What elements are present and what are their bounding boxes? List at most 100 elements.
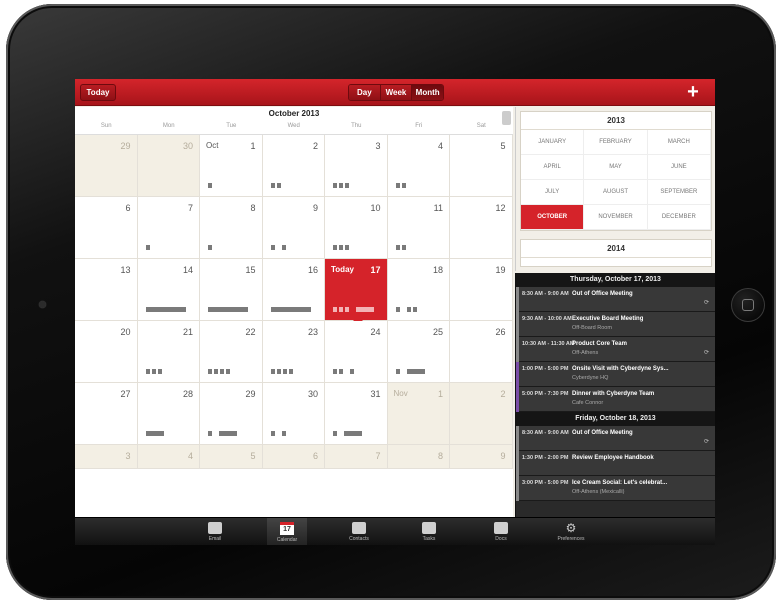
tab-docs[interactable]: Docs	[481, 518, 521, 545]
day-cell[interactable]: 29	[200, 383, 263, 445]
event-indicator	[208, 431, 212, 436]
month-view-button[interactable]: Month	[412, 85, 443, 100]
month-cell[interactable]: DECEMBER	[647, 205, 711, 230]
month-cell[interactable]: OCTOBER	[521, 205, 585, 230]
week-view-button[interactable]: Week	[380, 85, 413, 100]
day-number: 7	[187, 203, 193, 213]
agenda-day-header: Friday, October 18, 2013	[516, 412, 715, 426]
day-cell[interactable]: 23	[262, 321, 325, 383]
day-cell[interactable]: 6	[75, 197, 138, 259]
gap	[277, 245, 280, 250]
day-cell[interactable]: Nov 1	[387, 383, 450, 445]
day-cell[interactable]: 9	[262, 197, 325, 259]
agenda-event[interactable]: 1:30 PM - 2:00 PM Review Employee Handboo…	[516, 451, 715, 476]
day-cell[interactable]: 2	[450, 383, 513, 445]
month-cell[interactable]: JUNE	[647, 155, 711, 180]
day-cell[interactable]: 5	[450, 135, 513, 197]
day-cell[interactable]: 4	[137, 445, 200, 469]
day-cell[interactable]: 18	[387, 259, 450, 321]
month-cell[interactable]: JANUARY	[521, 130, 585, 155]
day-cell[interactable]: 12	[450, 197, 513, 259]
day-cell[interactable]: 5	[200, 445, 263, 469]
day-cell[interactable]: 13	[75, 259, 138, 321]
day-cell[interactable]: Today 17	[325, 259, 388, 325]
day-cell[interactable]: 31	[325, 383, 388, 445]
day-cell[interactable]: 30	[262, 383, 325, 445]
day-cell[interactable]: 28	[137, 383, 200, 445]
recurring-icon: ⟳	[703, 439, 709, 445]
agenda-event[interactable]: 3:00 PM - 5:00 PM Ice Cream Social: Let's…	[516, 476, 715, 501]
event-indicators	[333, 369, 354, 374]
tab-preferences[interactable]: ⚙ Preferences	[551, 518, 591, 545]
event-title: Ice Cream Social: Let's celebrat...	[572, 480, 668, 486]
day-cell[interactable]: 8	[200, 197, 263, 259]
agenda-event[interactable]: 1:00 PM - 5:00 PM Onsite Visit with Cyber…	[516, 362, 715, 387]
event-indicators	[395, 245, 406, 250]
day-cell[interactable]: 10	[325, 197, 388, 259]
event-indicators	[208, 245, 212, 250]
tab-contacts[interactable]: Contacts	[339, 518, 379, 545]
day-number: 28	[182, 389, 193, 399]
event-indicator	[145, 307, 186, 312]
day-cell[interactable]: 14	[137, 259, 200, 321]
day-cell[interactable]: 25	[387, 321, 450, 383]
calendar-color-bar	[516, 476, 519, 501]
day-cell[interactable]: 6	[262, 445, 325, 469]
day-cell[interactable]: 16	[262, 259, 325, 321]
day-cell[interactable]: 9	[450, 445, 513, 469]
day-cell[interactable]: 24	[325, 321, 388, 383]
home-button[interactable]	[731, 288, 765, 322]
event-title: Out of Office Meeting	[572, 430, 633, 436]
gap	[402, 307, 405, 312]
add-event-button[interactable]: +	[682, 82, 704, 102]
event-indicator	[406, 307, 411, 312]
month-cell[interactable]: MARCH	[647, 130, 711, 155]
today-button[interactable]: Today	[80, 84, 116, 101]
day-cell[interactable]: 3	[75, 445, 138, 469]
next-year-title[interactable]: 2014	[521, 240, 711, 258]
agenda-event[interactable]: 5:00 PM - 7:30 PM Dinner with Cyberdyne T…	[516, 387, 715, 412]
day-cell[interactable]: Oct 1	[200, 135, 263, 197]
event-indicator	[281, 431, 286, 436]
day-cell[interactable]: 29	[75, 135, 138, 197]
day-cell[interactable]: 15	[200, 259, 263, 321]
month-cell[interactable]: MAY	[584, 155, 648, 180]
month-cell[interactable]: SEPTEMBER	[647, 180, 711, 205]
agenda-event[interactable]: 8:30 AM - 9:00 AM Out of Office Meeting ⟳	[516, 287, 715, 312]
event-indicator	[356, 307, 374, 312]
day-cell[interactable]: 11	[387, 197, 450, 259]
tab-tasks[interactable]: Tasks	[409, 518, 449, 545]
month-cell[interactable]: NOVEMBER	[584, 205, 648, 230]
month-cell[interactable]: FEBRUARY	[584, 130, 648, 155]
day-number: 4	[187, 451, 193, 461]
day-cell[interactable]: 30	[137, 135, 200, 197]
event-indicators	[208, 369, 230, 374]
day-cell[interactable]: 20	[75, 321, 138, 383]
month-cell[interactable]: JULY	[521, 180, 585, 205]
day-cell[interactable]: 2	[262, 135, 325, 197]
agenda-event[interactable]: 10:30 AM - 11:30 AM Product Core Team Off-…	[516, 337, 715, 362]
tab-email[interactable]: Email	[195, 518, 235, 545]
event-location: Off-Athens	[572, 350, 599, 356]
event-title: Dinner with Cyberdyne Team	[572, 391, 655, 397]
day-cell[interactable]: 4	[387, 135, 450, 197]
agenda-event[interactable]: 8:30 AM - 9:00 AM Out of Office Meeting ⟳	[516, 426, 715, 451]
day-cell[interactable]: 7	[325, 445, 388, 469]
agenda-event[interactable]: 9:30 AM - 10:00 AM Executive Board Meetin…	[516, 312, 715, 337]
day-cell[interactable]: 19	[450, 259, 513, 321]
day-cell[interactable]: 26	[450, 321, 513, 383]
month-cell[interactable]: AUGUST	[584, 180, 648, 205]
event-title: Review Employee Handbook	[572, 455, 654, 461]
day-cell[interactable]: 3	[325, 135, 388, 197]
event-indicator	[345, 183, 349, 188]
day-view-button[interactable]: Day	[349, 85, 381, 100]
day-cell[interactable]: 21	[137, 321, 200, 383]
day-number: 2	[312, 141, 318, 151]
day-cell[interactable]: 7	[137, 197, 200, 259]
event-indicator	[145, 245, 150, 250]
day-cell[interactable]: 22	[200, 321, 263, 383]
day-cell[interactable]: 8	[387, 445, 450, 469]
tab-calendar[interactable]: 17 Calendar	[267, 518, 307, 545]
month-cell[interactable]: APRIL	[521, 155, 585, 180]
day-cell[interactable]: 27	[75, 383, 138, 445]
